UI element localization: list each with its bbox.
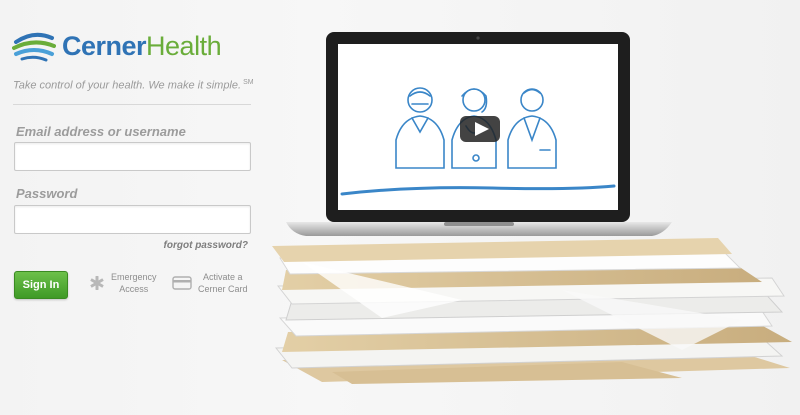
activate-line-2: Cerner Card	[198, 284, 248, 294]
brand-part-1: Cerner	[62, 30, 147, 61]
emergency-access-link[interactable]: Emergency Access	[89, 271, 157, 295]
login-panel: CernerHealth Take control of your health…	[0, 0, 262, 415]
tagline: Take control of your health. We make it …	[13, 79, 254, 92]
activate-card-label: Activate a Cerner Card	[198, 271, 248, 295]
paper-stack	[272, 238, 792, 384]
password-field[interactable]	[14, 205, 251, 234]
divider	[13, 104, 251, 105]
hero-illustration	[262, 0, 800, 415]
forgot-password-link[interactable]: forgot password?	[148, 240, 248, 251]
laptop-and-papers-illustration	[272, 32, 792, 384]
activate-line-1: Activate a	[203, 272, 243, 282]
play-icon[interactable]	[460, 116, 500, 142]
brand-part-2: Health	[146, 30, 222, 61]
medical-star-icon	[90, 276, 104, 290]
logo-icon	[12, 32, 56, 62]
cerner-health-logo: CernerHealth	[12, 28, 222, 64]
email-label: Email address or username	[16, 124, 186, 139]
sign-in-button[interactable]: Sign In	[14, 271, 68, 299]
emergency-access-label: Emergency Access	[111, 271, 157, 295]
brand-name: CernerHealth	[62, 30, 222, 61]
activate-card-link[interactable]: Activate a Cerner Card	[172, 271, 248, 295]
emergency-line-1: Emergency	[111, 272, 157, 282]
password-label: Password	[16, 186, 78, 201]
email-field[interactable]	[14, 142, 251, 171]
laptop	[286, 32, 672, 236]
service-mark: SM	[243, 79, 254, 86]
card-icon	[172, 276, 192, 290]
emergency-line-2: Access	[119, 284, 149, 294]
tagline-text: Take control of your health. We make it …	[13, 79, 242, 92]
